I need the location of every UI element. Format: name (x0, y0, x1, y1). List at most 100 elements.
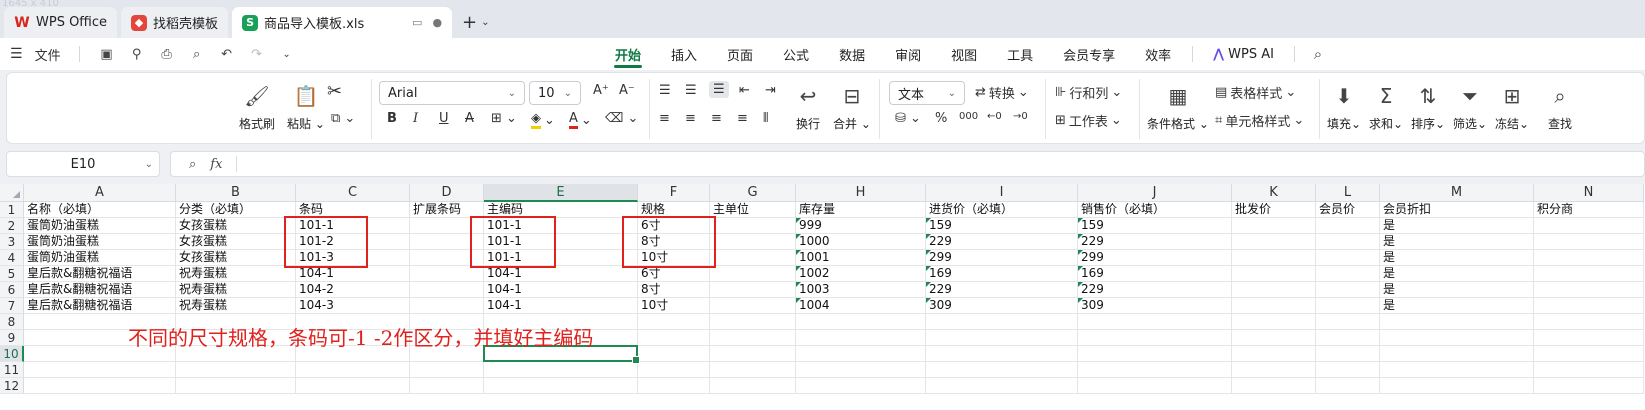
cell-k5[interactable] (1232, 266, 1316, 282)
cell-e11[interactable] (484, 362, 638, 378)
cell-k10[interactable] (1232, 346, 1316, 362)
chevron-down-icon[interactable]: ⌄ (481, 17, 489, 28)
cell-k3[interactable] (1232, 234, 1316, 250)
cell-c6[interactable]: 104-2 (296, 282, 410, 298)
zoom-search-icon[interactable]: ⌕ (189, 157, 196, 172)
share-icon[interactable]: ⚲ (128, 45, 146, 63)
hamburger-icon[interactable]: ☰ (10, 46, 23, 62)
cell-l8[interactable] (1316, 314, 1380, 330)
cell-k9[interactable] (1232, 330, 1316, 346)
row-header-5[interactable]: 5 (0, 266, 24, 282)
row-header-6[interactable]: 6 (0, 282, 24, 298)
row-header-2[interactable]: 2 (0, 218, 24, 234)
percent-icon[interactable]: % (935, 111, 947, 126)
cell-n2[interactable] (1534, 218, 1644, 234)
tab-efficiency[interactable]: 效率 (1130, 38, 1186, 70)
align-middle-icon[interactable]: ☰ (685, 83, 697, 98)
cell-j11[interactable] (1078, 362, 1232, 378)
cell-k7[interactable] (1232, 298, 1316, 314)
cell-j6[interactable]: 229 (1078, 282, 1232, 298)
cell-a2[interactable]: 蛋筒奶油蛋糕 (24, 218, 176, 234)
tab-wps-office[interactable]: W WPS Office (4, 7, 118, 38)
column-header-a[interactable]: A (24, 184, 176, 202)
cell-g12[interactable] (710, 378, 796, 394)
merge-button[interactable]: ⊟ 合并 ⌄ (833, 83, 871, 132)
cell-b3[interactable]: 女孩蛋糕 (176, 234, 296, 250)
column-header-b[interactable]: B (176, 184, 296, 202)
cell-e6[interactable]: 104-1 (484, 282, 638, 298)
worksheet-button[interactable]: ⊞ 工作表 ⌄ (1055, 111, 1122, 130)
cell-i8[interactable] (926, 314, 1078, 330)
align-center-icon[interactable]: ≡ (685, 111, 696, 126)
cell-f11[interactable] (638, 362, 710, 378)
cut-icon[interactable]: ✂ (327, 81, 342, 102)
align-right-icon[interactable]: ≡ (711, 111, 722, 126)
number-format-select[interactable]: 文本 ⌄ (889, 81, 965, 105)
tab-formula[interactable]: 公式 (768, 38, 824, 70)
tab-tools[interactable]: 工具 (992, 38, 1048, 70)
cell-l10[interactable] (1316, 346, 1380, 362)
cell-n8[interactable] (1534, 314, 1644, 330)
tab-docer-templates[interactable]: ◆ 找稻壳模板 (121, 7, 229, 38)
find-button[interactable]: ⌕ 查找 (1547, 83, 1573, 132)
cell-f10[interactable] (638, 346, 710, 362)
cell-m8[interactable] (1380, 314, 1534, 330)
sort-button[interactable]: ⇅ 排序⌄ (1411, 83, 1445, 132)
cell-g5[interactable] (710, 266, 796, 282)
sum-button[interactable]: Σ 求和⌄ (1369, 83, 1403, 132)
cell-b2[interactable]: 女孩蛋糕 (176, 218, 296, 234)
eraser-icon[interactable]: ⌫ ⌄ (605, 111, 638, 126)
cell-n11[interactable] (1534, 362, 1644, 378)
cell-h1[interactable]: 库存量 (796, 202, 926, 218)
column-header-i[interactable]: I (926, 184, 1078, 202)
strikethrough-icon[interactable]: A (465, 111, 474, 126)
distributed-icon[interactable]: ⫴ (763, 111, 768, 126)
cell-b1[interactable]: 分类（必填） (176, 202, 296, 218)
save-icon[interactable]: ▣ (98, 45, 116, 63)
bold-icon[interactable]: B (387, 111, 397, 126)
row-header-9[interactable]: 9 (0, 330, 24, 346)
cell-f8[interactable] (638, 314, 710, 330)
column-header-k[interactable]: K (1232, 184, 1316, 202)
tab-view[interactable]: 视图 (936, 38, 992, 70)
cell-a4[interactable]: 蛋筒奶油蛋糕 (24, 250, 176, 266)
conditional-format-button[interactable]: ▦ 条件格式 ⌄ (1147, 83, 1209, 132)
cell-h4[interactable]: 1001 (796, 250, 926, 266)
cell-b5[interactable]: 祝寿蛋糕 (176, 266, 296, 282)
cell-j7[interactable]: 309 (1078, 298, 1232, 314)
cell-m3[interactable]: 是 (1380, 234, 1534, 250)
column-header-c[interactable]: C (296, 184, 410, 202)
cell-j3[interactable]: 229 (1078, 234, 1232, 250)
cell-f5[interactable]: 6寸 (638, 266, 710, 282)
cell-b12[interactable] (176, 378, 296, 394)
row-header-7[interactable]: 7 (0, 298, 24, 314)
font-size-select[interactable]: 10 ⌄ (529, 81, 581, 105)
cell-l12[interactable] (1316, 378, 1380, 394)
cell-n9[interactable] (1534, 330, 1644, 346)
cell-e7[interactable]: 104-1 (484, 298, 638, 314)
cell-g10[interactable] (710, 346, 796, 362)
cell-a6[interactable]: 皇后款&翻糖祝福语 (24, 282, 176, 298)
unsaved-dot-icon[interactable]: ● (432, 16, 442, 29)
align-bottom-icon[interactable]: ☰ (709, 81, 729, 98)
cell-style-button[interactable]: ⌗ 单元格样式 ⌄ (1215, 111, 1304, 130)
cell-l1[interactable]: 会员价 (1316, 202, 1380, 218)
cell-b6[interactable]: 祝寿蛋糕 (176, 282, 296, 298)
cell-k8[interactable] (1232, 314, 1316, 330)
cell-f9[interactable] (638, 330, 710, 346)
print-preview-icon[interactable]: ⌕ (188, 45, 206, 63)
cell-i9[interactable] (926, 330, 1078, 346)
cell-g7[interactable] (710, 298, 796, 314)
cell-n6[interactable] (1534, 282, 1644, 298)
cell-i7[interactable]: 309 (926, 298, 1078, 314)
cell-i11[interactable] (926, 362, 1078, 378)
cell-f6[interactable]: 8寸 (638, 282, 710, 298)
column-header-j[interactable]: J (1078, 184, 1232, 202)
filter-button[interactable]: ⏷ 筛选⌄ (1453, 83, 1487, 132)
cell-i1[interactable]: 进货价（必填） (926, 202, 1078, 218)
tab-spreadsheet-file[interactable]: S 商品导入模板.xls ▭ ● (232, 7, 453, 38)
fx-icon[interactable]: fx (210, 157, 222, 172)
tab-data[interactable]: 数据 (824, 38, 880, 70)
cell-h11[interactable] (796, 362, 926, 378)
cell-i12[interactable] (926, 378, 1078, 394)
